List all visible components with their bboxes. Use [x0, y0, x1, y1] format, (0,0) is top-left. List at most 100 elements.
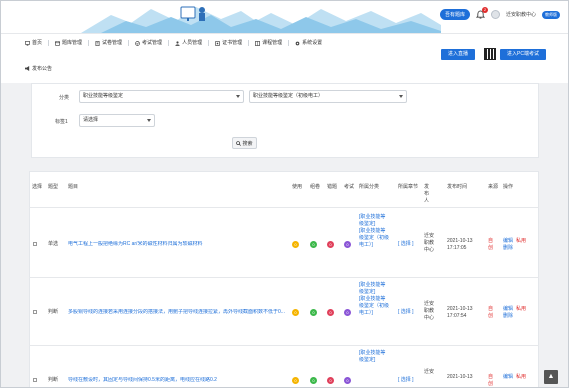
- count-badge[interactable]: 0: [344, 377, 351, 384]
- column-header-group: 组卷: [310, 184, 321, 190]
- nav-item-1[interactable]: 题库管理: [49, 40, 90, 46]
- main-nav: 首页 题库管理 试卷管理 考试管理 人员管理 证书管理 课程管理 系统设置 发布公告 进入直播…: [1, 33, 568, 83]
- category-select[interactable]: 职业技能等级鉴定: [79, 90, 244, 103]
- publish-time: 2021-10-13 17:17:05: [447, 238, 473, 251]
- category-tags[interactable]: [职业技能等级鉴定] [职业技能等级鉴定（初级电工）]: [359, 214, 389, 249]
- op-0-link[interactable]: 编辑: [503, 306, 513, 313]
- announcement-link[interactable]: 发布公告: [25, 65, 52, 72]
- count-badge[interactable]: 0: [344, 241, 351, 248]
- user-name[interactable]: 迁安职教中心: [506, 11, 536, 18]
- row-checkbox[interactable]: [33, 242, 37, 246]
- announcement-label: 发布公告: [32, 66, 53, 72]
- subcategory-select-value: 职业技能等级鉴定（初级电工）: [253, 93, 324, 99]
- tag-label: 标签1: [55, 119, 68, 125]
- register-pill[interactable]: 吾有题库: [439, 9, 470, 20]
- row-divider: [29, 345, 539, 346]
- nav-item-6[interactable]: 课程管理: [249, 40, 290, 46]
- count-badge[interactable]: 0: [344, 309, 351, 316]
- nav-item-2[interactable]: 试卷管理: [89, 40, 130, 46]
- source: 自创: [488, 306, 494, 319]
- chapter-select-link[interactable]: [ 选择 ]: [398, 241, 414, 248]
- chapter-select-link[interactable]: [ 选择 ]: [398, 377, 414, 384]
- category-tags[interactable]: [职业技能等级鉴定] [职业技能等级鉴定（初级电工）]: [359, 282, 389, 317]
- enter-pc-exam-button[interactable]: 进入PC端考试: [500, 49, 546, 60]
- count-badge[interactable]: 0: [292, 241, 299, 248]
- nav-item-label: 试卷管理: [102, 40, 123, 46]
- count-badge[interactable]: 0: [292, 309, 299, 316]
- nav-item-label: 人员管理: [182, 40, 203, 46]
- chapter-select-link[interactable]: [ 选择 ]: [398, 309, 414, 316]
- question-type: 判断: [48, 377, 59, 383]
- column-header-stem: 题目: [68, 184, 79, 190]
- nav-item-3[interactable]: 考试管理: [129, 40, 170, 46]
- nav-item-0[interactable]: 首页: [19, 40, 50, 46]
- chevron-down-icon: [236, 95, 240, 98]
- category-label: 分类: [59, 95, 70, 101]
- column-header-chapter: 所属章节: [398, 184, 419, 190]
- row-checkbox[interactable]: [33, 310, 37, 314]
- count-badge[interactable]: 0: [310, 377, 317, 384]
- count-badge[interactable]: 0: [327, 241, 334, 248]
- database-icon: [55, 40, 60, 46]
- question-stem-link[interactable]: 电气工程上一般把绝缘为RC ar/米的磁性材料归属为软磁材料: [68, 241, 286, 248]
- nav-menu: 首页 题库管理 试卷管理 考试管理 人员管理 证书管理 课程管理 系统设置: [19, 40, 328, 46]
- publish-time: 2021-10-13 17:07:54: [447, 306, 473, 319]
- tag-select[interactable]: 请选择: [79, 114, 155, 127]
- nav-item-5[interactable]: 证书管理: [209, 40, 250, 46]
- question-stem-link[interactable]: 导线在敷设时，其固定与导线间保持0.5米的距离，电线应在线路0.2: [68, 377, 286, 384]
- count-badge[interactable]: 0: [292, 377, 299, 384]
- row-checkbox[interactable]: [33, 378, 37, 382]
- subcategory-select[interactable]: 职业技能等级鉴定（初级电工）: [249, 90, 407, 103]
- certificate-icon: [215, 40, 220, 46]
- exam-icon: [135, 40, 140, 46]
- op-1-link[interactable]: 私用: [516, 306, 526, 313]
- paper-icon: [95, 40, 100, 46]
- op-0-link[interactable]: 编辑: [503, 374, 513, 381]
- search-icon: [236, 140, 242, 146]
- nav-item-label: 证书管理: [222, 40, 243, 46]
- column-header-category: 所属分类: [359, 184, 380, 190]
- op-2-link[interactable]: 删除: [503, 313, 513, 320]
- nav-item-label: 题库管理: [62, 40, 83, 46]
- search-button[interactable]: 搜索: [232, 137, 257, 149]
- monitor-icon: [25, 40, 30, 46]
- op-1-link[interactable]: 私用: [516, 238, 526, 245]
- publisher: 迁安职教中心: [424, 233, 435, 253]
- header-user-area: 吾有题库 2 迁安职教中心 教师版: [439, 7, 560, 20]
- notification-bell-icon[interactable]: 2: [475, 7, 488, 19]
- qr-code-icon[interactable]: [484, 48, 496, 60]
- chevron-down-icon: [147, 119, 151, 122]
- header-divider: [29, 207, 539, 208]
- count-badge[interactable]: 0: [310, 241, 317, 248]
- column-header-exam: 考试: [344, 184, 355, 190]
- question-stem-link[interactable]: 多股铜导线的连接若采用连接分段的搭接法，用鲍子把导线连接拉紧，再外导线截面积数不…: [68, 309, 286, 316]
- enter-live-button[interactable]: 进入直播: [441, 49, 476, 60]
- user-role-badge: 教师版: [542, 10, 560, 19]
- column-header-type: 题型: [48, 184, 59, 190]
- tag-select-value: 请选择: [83, 117, 99, 123]
- column-header-publisher: 发布人: [424, 184, 430, 204]
- people-icon: [175, 40, 180, 46]
- op-2-link[interactable]: 删除: [503, 245, 513, 252]
- gear-icon: [295, 41, 300, 45]
- op-1-link[interactable]: 私用: [516, 374, 526, 381]
- count-badge[interactable]: 0: [327, 309, 334, 316]
- column-header-error: 错题: [327, 184, 338, 190]
- row-divider: [29, 277, 539, 278]
- count-badge[interactable]: 0: [310, 309, 317, 316]
- question-table: [29, 171, 539, 387]
- question-type: 单选: [48, 241, 59, 247]
- nav-item-4[interactable]: 人员管理: [169, 40, 210, 46]
- category-tags[interactable]: [职业技能等级鉴定]: [359, 350, 389, 364]
- scroll-to-top-button[interactable]: ▲: [544, 370, 558, 384]
- avatar[interactable]: [490, 10, 500, 19]
- nav-item-label: 首页: [32, 40, 43, 46]
- nav-item-7[interactable]: 系统设置: [289, 40, 328, 46]
- op-0-link[interactable]: 编辑: [503, 238, 513, 245]
- nav-item-label: 系统设置: [302, 40, 323, 46]
- source: 自创: [488, 374, 494, 387]
- publish-time: 2021-10-13: [447, 374, 473, 380]
- mountain-banner-graphic: [81, 6, 441, 33]
- count-badge[interactable]: 0: [327, 377, 334, 384]
- column-header-used: 使用: [292, 184, 303, 190]
